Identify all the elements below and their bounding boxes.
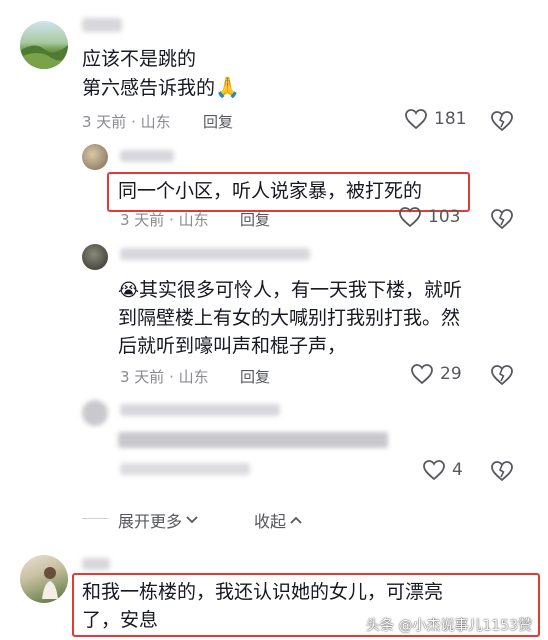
- chevron-down-icon: [186, 516, 198, 524]
- username[interactable]: [82, 18, 122, 32]
- divider: [82, 518, 108, 519]
- avatar[interactable]: [82, 244, 108, 270]
- avatar[interactable]: [82, 400, 108, 426]
- like-count: 103: [428, 207, 461, 227]
- heart-icon: [411, 364, 433, 385]
- username[interactable]: [120, 150, 174, 162]
- username[interactable]: [120, 248, 310, 260]
- comment-text: 应该不是跳的: [82, 48, 197, 70]
- person-photo-icon: [42, 567, 58, 599]
- expand-more-button[interactable]: 展开更多: [118, 508, 199, 532]
- like-button[interactable]: 181: [404, 108, 466, 130]
- broken-heart-icon: [491, 461, 513, 482]
- heart-icon: [405, 109, 427, 130]
- expand-more-label: 展开更多: [118, 512, 183, 531]
- comment-text: 😭其实很多可怜人，有一天我下楼，就听: [118, 279, 463, 301]
- crying-emoji: 😭: [118, 280, 140, 301]
- redacted-comment-meta: [120, 463, 250, 475]
- broken-heart-icon: [491, 365, 513, 386]
- watermark: 头条 @小杰说事儿1153赞: [366, 618, 533, 634]
- username[interactable]: [82, 558, 110, 570]
- collapse-button[interactable]: 收起: [254, 508, 303, 532]
- heart-icon: [423, 460, 445, 481]
- broken-heart-icon: [491, 209, 513, 230]
- username[interactable]: [120, 404, 280, 416]
- comment-text: 了，安息: [82, 609, 159, 631]
- comment-text: 和我一栋楼的，我还认识她的女儿，可漂亮: [82, 581, 444, 603]
- avatar[interactable]: [20, 21, 68, 69]
- chevron-up-icon: [290, 516, 302, 524]
- landscape-icon: [20, 45, 68, 69]
- like-count: 181: [434, 109, 467, 129]
- comment-meta: 3 天前 · 山东: [120, 368, 209, 386]
- comment-meta: 3 天前 · 山东: [82, 113, 171, 131]
- avatar[interactable]: [20, 555, 68, 603]
- comment-text: 第六感告诉我的🙏: [82, 75, 240, 99]
- dislike-button[interactable]: [490, 208, 514, 234]
- reply-button[interactable]: 回复: [203, 111, 233, 132]
- collapse-label: 收起: [254, 512, 287, 531]
- dislike-button[interactable]: [490, 460, 514, 486]
- broken-heart-icon: [491, 111, 513, 132]
- avatar[interactable]: [82, 144, 108, 170]
- like-button[interactable]: 4: [422, 459, 463, 481]
- comment-text: 到隔壁楼上有女的大喊别打我别打我。然: [118, 307, 461, 329]
- like-count: 4: [452, 460, 463, 480]
- redacted-comment-text: [118, 432, 388, 448]
- reply-button[interactable]: 回复: [240, 366, 270, 387]
- comment-meta: 3 天前 · 山东: [120, 211, 209, 229]
- dislike-button[interactable]: [490, 364, 514, 390]
- heart-icon: [399, 207, 421, 228]
- like-button[interactable]: 103: [398, 206, 460, 228]
- comment-text: 后就听到嚎叫声和棍子声，: [118, 335, 347, 357]
- reply-button[interactable]: 回复: [240, 209, 270, 230]
- like-button[interactable]: 29: [410, 363, 462, 385]
- pray-emoji: 🙏: [215, 75, 240, 99]
- dislike-button[interactable]: [490, 110, 514, 136]
- comment-text: 同一个小区，听人说家暴，被打死的: [118, 180, 423, 202]
- like-count: 29: [440, 364, 462, 384]
